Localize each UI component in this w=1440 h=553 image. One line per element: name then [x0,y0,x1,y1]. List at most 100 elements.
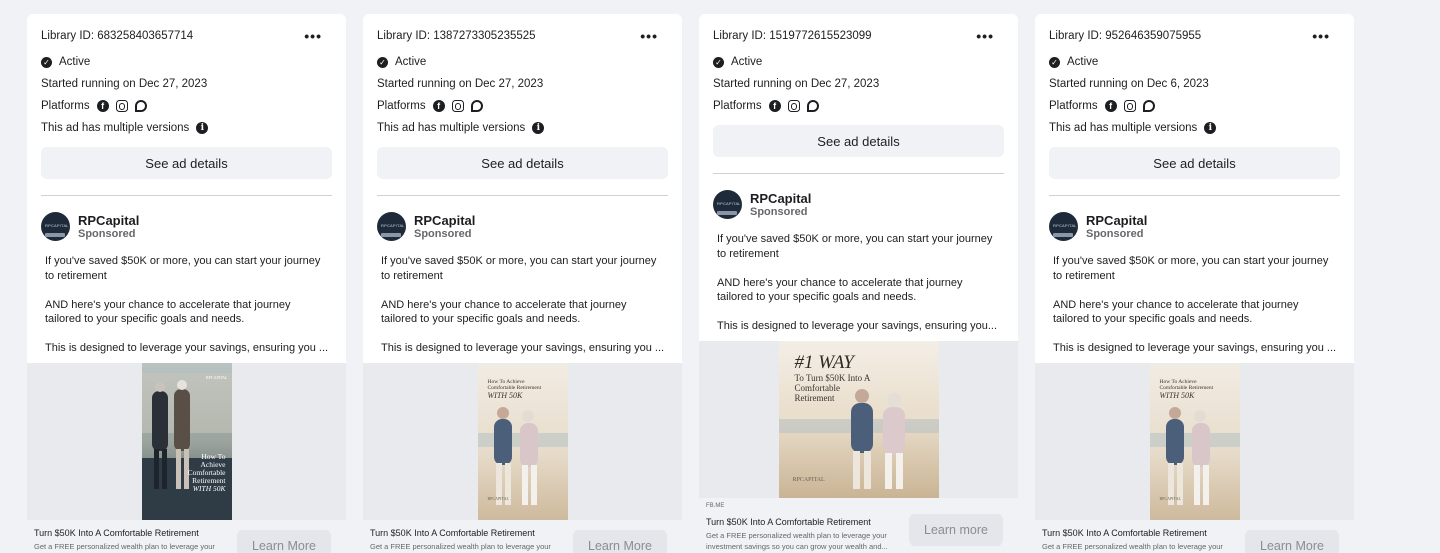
ad-creative-image[interactable]: How To Achieve Comfortable Retirement WI… [1149,362,1240,523]
ad-creative-area[interactable]: RPCAPITAL How To Achieve Comfortable Ret… [27,362,346,523]
more-options-icon[interactable]: ••• [640,29,658,43]
see-ad-details-button[interactable]: See ad details [41,147,332,179]
see-ad-details-button[interactable]: See ad details [1049,147,1340,179]
more-options-icon[interactable]: ••• [976,29,994,43]
ad-body: If you've saved $50K or more, you can st… [699,219,1018,334]
start-date: Started running on Dec 6, 2023 [1049,78,1209,90]
check-circle-icon: ✓ [713,56,724,68]
platforms-label: Platforms [1049,100,1098,112]
advertiser-name[interactable]: RPCapital [78,213,139,228]
creative-headline: To Turn $50K Into A Comfortable Retireme… [794,372,871,403]
status-row: ✓ Active [1049,51,1340,73]
creative-brand: RPCAPITAL [792,476,825,483]
versions-note: This ad has multiple versions [1049,122,1198,134]
body-paragraph-2: AND here's your chance to accelerate tha… [381,298,627,326]
versions-row: This ad has multiple versions i [41,117,332,139]
cta-domain: FB.ME [706,503,725,509]
advertiser-header: RPCAPITAL RPCapital Sponsored [1035,196,1354,241]
body-paragraph-1: If you've saved $50K or more, you can st… [1053,255,1329,282]
advertiser-name[interactable]: RPCapital [1086,213,1147,228]
body-paragraph-3: This is designed to leverage your saving… [381,342,665,354]
info-icon[interactable]: i [532,122,545,134]
cta-bar[interactable]: Turn $50K Into A Comfortable Retirement … [363,520,682,553]
body-paragraph-2: AND here's your chance to accelerate tha… [1053,298,1299,326]
check-circle-icon: ✓ [41,56,52,68]
cta-bar[interactable]: Turn $50K Into A Comfortable Retirement … [1035,520,1354,553]
versions-note: This ad has multiple versions [41,122,190,134]
check-circle-icon: ✓ [1049,56,1060,68]
versions-row: This ad has multiple versions i [377,117,668,139]
creative-headline: How To Achieve Comfortable Retirement WI… [487,378,542,400]
cta-title: Turn $50K Into A Comfortable Retirement [34,528,199,538]
status-row: ✓ Active [41,51,332,73]
cta-description: Get a FREE personalized wealth plan to l… [1042,542,1223,551]
cta-title: Turn $50K Into A Comfortable Retirement [370,528,535,538]
advertiser-header: RPCAPITAL RPCapital Sponsored [699,174,1018,219]
versions-note: This ad has multiple versions [377,122,526,134]
cta-bar[interactable]: Turn $50K Into A Comfortable Retirement … [27,520,346,553]
learn-more-button[interactable]: Learn more [909,514,1003,546]
learn-more-button[interactable]: Learn More [1245,530,1339,553]
facebook-icon: f [432,100,445,112]
library-id: Library ID: 952646359075955 [1049,30,1202,42]
body-paragraph-3: This is designed to leverage your saving… [717,320,998,332]
ad-body: If you've saved $50K or more, you can st… [1035,241,1354,356]
messenger-icon [470,100,483,112]
body-paragraph-1: If you've saved $50K or more, you can st… [381,255,657,282]
cta-description-2: investment savings so you can grow your … [706,542,888,551]
learn-more-button[interactable]: Learn More [237,530,331,553]
advertiser-name[interactable]: RPCapital [414,213,475,228]
advertiser-name[interactable]: RPCapital [750,191,811,206]
status-text: Active [731,56,763,68]
info-icon[interactable]: i [196,122,209,134]
instagram-icon [787,100,800,112]
couple-street-illustration [141,362,232,523]
see-ad-details-button[interactable]: See ad details [713,125,1004,157]
start-date: Started running on Dec 27, 2023 [41,78,208,90]
cta-description: Get a FREE personalized wealth plan to l… [706,531,887,540]
status-text: Active [395,56,427,68]
ad-creative-image[interactable]: How To Achieve Comfortable Retirement WI… [477,362,568,523]
facebook-icon: f [96,100,109,112]
ad-creative-area[interactable]: How To Achieve Comfortable Retirement WI… [1035,362,1354,523]
advertiser-avatar[interactable]: RPCAPITAL [713,190,742,219]
info-icon[interactable]: i [1204,122,1217,134]
library-id: Library ID: 1387273305235525 [377,30,536,42]
advertiser-avatar[interactable]: RPCAPITAL [41,212,70,241]
body-paragraph-3: This is designed to leverage your saving… [1053,342,1337,354]
creative-headline: How To Achieve Comfortable Retirement WI… [187,451,226,493]
ad-card-3: Library ID: 1519772615523099 ••• ✓ Activ… [699,14,1018,553]
status-row: ✓ Active [713,51,1004,73]
body-paragraph-2: AND here's your chance to accelerate tha… [45,298,291,326]
cta-title: Turn $50K Into A Comfortable Retirement [1042,528,1207,538]
sponsored-label: Sponsored [750,205,808,218]
library-id: Library ID: 683258403657714 [41,30,194,42]
learn-more-button[interactable]: Learn More [573,530,667,553]
advertiser-avatar[interactable]: RPCAPITAL [1049,212,1078,241]
ad-creative-image[interactable]: #1 WAY To Turn $50K Into A Comfortable R… [778,340,939,501]
platforms-row: Platforms f [1049,95,1340,117]
body-paragraph-2: AND here's your chance to accelerate tha… [717,276,963,304]
more-options-icon[interactable]: ••• [304,29,322,43]
start-date: Started running on Dec 27, 2023 [713,78,880,90]
ad-creative-area[interactable]: How To Achieve Comfortable Retirement WI… [363,362,682,523]
ad-card-2: Library ID: 1387273305235525 ••• ✓ Activ… [363,14,682,553]
see-ad-details-button[interactable]: See ad details [377,147,668,179]
cta-description: Get a FREE personalized wealth plan to l… [34,542,215,551]
ad-creative-area[interactable]: #1 WAY To Turn $50K Into A Comfortable R… [699,340,1018,501]
cta-bar[interactable]: FB.ME Turn $50K Into A Comfortable Retir… [699,498,1018,553]
more-options-icon[interactable]: ••• [1312,29,1330,43]
ad-creative-image[interactable]: RPCAPITAL How To Achieve Comfortable Ret… [141,362,232,523]
cta-description: Get a FREE personalized wealth plan to l… [370,542,551,551]
status-row: ✓ Active [377,51,668,73]
advertiser-header: RPCAPITAL RPCapital Sponsored [27,196,346,241]
facebook-icon: f [768,100,781,112]
messenger-icon [1142,100,1155,112]
platforms-label: Platforms [713,100,762,112]
library-id: Library ID: 1519772615523099 [713,30,872,42]
sponsored-label: Sponsored [1086,227,1144,240]
platforms-row: Platforms f [713,95,1004,117]
platforms-row: Platforms f [377,95,668,117]
creative-brand: RPCAPITAL [1159,495,1181,501]
advertiser-avatar[interactable]: RPCAPITAL [377,212,406,241]
